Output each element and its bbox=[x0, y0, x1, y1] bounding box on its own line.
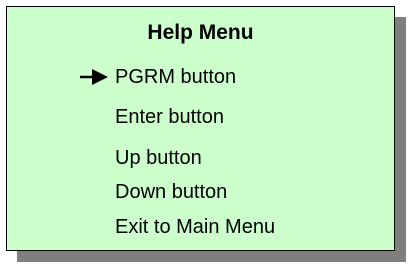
help-menu-list: PGRM button Enter button Up button Down … bbox=[7, 7, 394, 250]
menu-item-up-button[interactable]: Up button bbox=[7, 143, 394, 173]
menu-item-enter-button[interactable]: Enter button bbox=[7, 102, 394, 132]
menu-item-exit-to-main-menu[interactable]: Exit to Main Menu bbox=[7, 212, 394, 242]
menu-item-label: Up button bbox=[115, 147, 202, 169]
menu-item-label: PGRM button bbox=[115, 66, 237, 88]
menu-item-down-button[interactable]: Down button bbox=[7, 177, 394, 207]
menu-item-label: Down button bbox=[115, 181, 228, 203]
menu-item-label: Enter button bbox=[115, 106, 224, 128]
help-menu-screen: Help Menu PGRM button Enter button Up bu… bbox=[0, 0, 412, 267]
arrow-right-icon bbox=[80, 69, 108, 85]
menu-item-pgrm-button[interactable]: PGRM button bbox=[7, 62, 394, 92]
help-menu-panel: Help Menu PGRM button Enter button Up bu… bbox=[6, 6, 395, 251]
menu-item-label: Exit to Main Menu bbox=[115, 216, 276, 238]
